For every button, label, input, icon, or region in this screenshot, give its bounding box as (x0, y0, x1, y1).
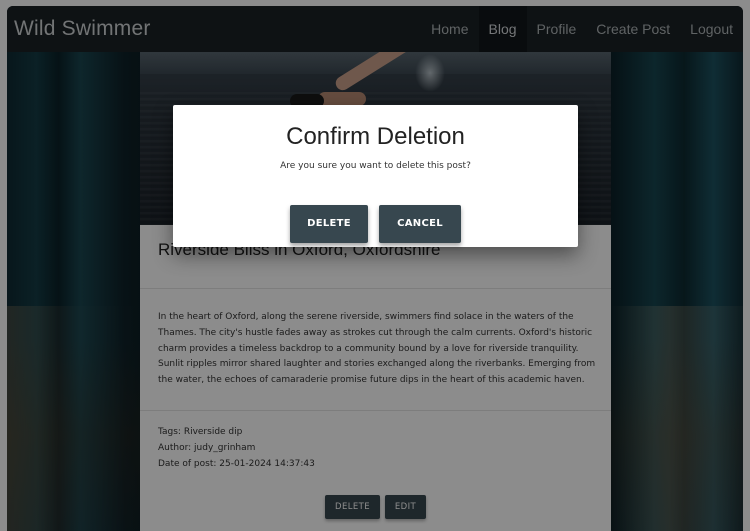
modal-title: Confirm Deletion (286, 123, 465, 150)
modal-message: Are you sure you want to delete this pos… (280, 161, 471, 171)
modal-backdrop[interactable] (0, 0, 750, 531)
confirm-delete-button[interactable]: DELETE (290, 205, 368, 243)
cancel-button[interactable]: CANCEL (379, 205, 461, 243)
confirm-delete-modal: Confirm Deletion Are you sure you want t… (173, 105, 578, 247)
